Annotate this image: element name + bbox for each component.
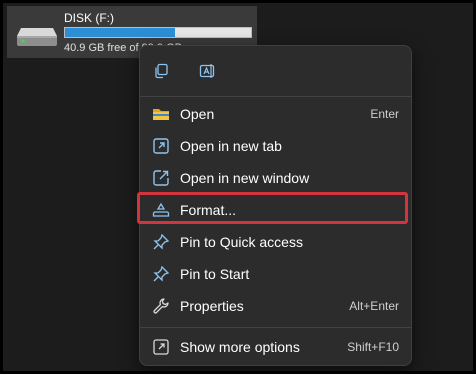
pin-icon (153, 265, 170, 282)
menu-item-open[interactable]: Open Enter (144, 98, 407, 130)
drive-name: DISK (F:) (64, 11, 114, 25)
menu-item-pin-quick-access[interactable]: Pin to Quick access (144, 226, 407, 258)
menu-item-pin-start[interactable]: Pin to Start (144, 258, 407, 290)
quick-actions-bar (148, 58, 220, 84)
menu-item-label: Pin to Quick access (180, 234, 303, 250)
menu-item-label: Open in new window (180, 170, 310, 186)
show-more-options-icon (153, 339, 169, 355)
open-new-window-icon (153, 170, 169, 186)
menu-item-label: Pin to Start (180, 266, 250, 282)
menu-item-format[interactable]: Format... (144, 194, 407, 226)
pin-icon (153, 233, 170, 250)
menu-item-show-more-options[interactable]: Show more options Shift+F10 (144, 331, 407, 363)
menu-divider (140, 96, 411, 97)
menu-item-label: Properties (180, 298, 244, 314)
copy-button[interactable] (148, 58, 174, 84)
copy-icon (155, 63, 168, 79)
rename-button[interactable] (194, 58, 220, 84)
menu-item-label: Open (180, 106, 215, 122)
menu-item-open-new-window[interactable]: Open in new window (144, 162, 407, 194)
wrench-icon (153, 298, 169, 314)
folder-icon (153, 109, 169, 120)
drive-usage-bar (64, 27, 252, 38)
rename-icon (199, 64, 215, 78)
menu-item-open-new-tab[interactable]: Open in new tab (144, 130, 407, 162)
menu-item-label: Open in new tab (180, 138, 282, 154)
open-new-tab-icon (153, 138, 169, 154)
menu-divider (140, 327, 411, 328)
context-menu: Open Enter Open in new tab Open in new w… (139, 45, 412, 366)
format-icon (152, 202, 170, 217)
menu-item-shortcut: Shift+F10 (347, 340, 399, 354)
menu-item-label: Format... (180, 202, 237, 218)
menu-item-label: Show more options (180, 339, 300, 355)
hard-drive-icon (17, 28, 57, 46)
menu-item-properties[interactable]: Properties Alt+Enter (144, 290, 407, 322)
menu-item-shortcut: Enter (370, 107, 399, 121)
menu-item-shortcut: Alt+Enter (349, 299, 399, 313)
drive-usage-fill (65, 28, 175, 37)
